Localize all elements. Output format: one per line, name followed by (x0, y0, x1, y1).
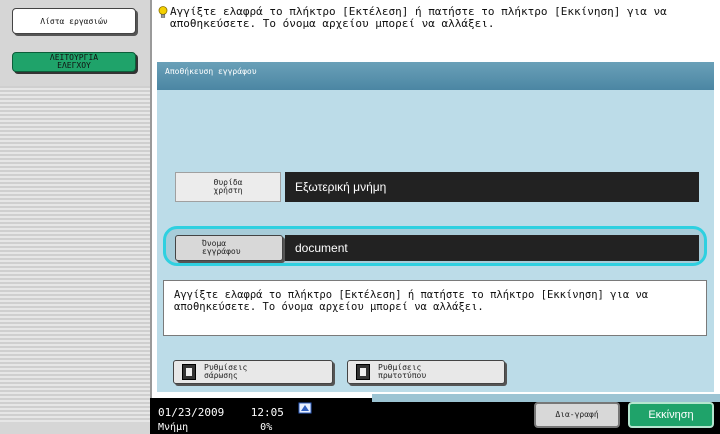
document-name-label: Όνομα εγγράφου (202, 239, 241, 256)
delete-label: Δια-γραφή (555, 410, 599, 419)
document-name-field[interactable]: document (285, 235, 699, 261)
scan-settings-label: Ρυθμίσεις σάρωσης (204, 363, 248, 380)
job-list-button[interactable]: Λίστα εργασιών (12, 8, 136, 34)
memory-status: Μνήμη 0% (158, 422, 272, 433)
start-button[interactable]: Εκκίνηση (628, 402, 714, 428)
top-message: Αγγίξτε ελαφρά το πλήκτρο [Εκτέλεση] ή π… (158, 5, 700, 30)
delete-button[interactable]: Δια-γραφή (534, 402, 620, 428)
storage-label-text: Θυρίδα χρήστη (213, 178, 243, 195)
left-panel: Λίστα εργασιών ΛΕΙΤΟΥΡΓΙΑ ΕΛΕΓΧΟΥ (0, 0, 152, 434)
original-settings-label: Ρυθμίσεις πρωτοτύπου (378, 363, 427, 380)
start-label: Εκκίνηση (648, 409, 694, 421)
top-message-text: Αγγίξτε ελαφρά το πλήκτρο [Εκτέλεση] ή π… (170, 5, 667, 30)
control-function-label: ΛΕΙΤΟΥΡΓΙΑ ΕΛΕΓΧΟΥ (49, 53, 99, 70)
info-message: Αγγίξτε ελαφρά το πλήκτρο [Εκτέλεση] ή π… (163, 280, 707, 336)
footer-band (372, 394, 720, 402)
original-settings-icon (356, 364, 370, 380)
panel-title: Αποθήκευση εγγράφου (165, 67, 257, 76)
panel-header: Αποθήκευση εγγράφου (157, 62, 714, 90)
network-icon (298, 402, 312, 414)
control-function-button[interactable]: ΛΕΙΤΟΥΡΓΙΑ ΕΛΕΓΧΟΥ (12, 52, 136, 72)
memory-label: Μνήμη (158, 422, 189, 433)
scan-settings-icon (182, 364, 196, 380)
scan-settings-button[interactable]: Ρυθμίσεις σάρωσης (173, 360, 333, 384)
storage-label: Θυρίδα χρήστη (175, 172, 281, 202)
date: 01/23/2009 (158, 406, 225, 419)
time: 12:05 (250, 406, 284, 419)
storage-value: Εξωτερική μνήμη (285, 172, 699, 202)
datetime: 01/23/2009 12:05 (158, 406, 284, 419)
memory-value: 0% (260, 422, 273, 433)
document-name-button[interactable]: Όνομα εγγράφου (175, 235, 283, 261)
save-document-panel: Αποθήκευση εγγράφου Θυρίδα χρήστη Εξωτερ… (157, 62, 714, 392)
original-settings-button[interactable]: Ρυθμίσεις πρωτοτύπου (347, 360, 505, 384)
sidebar-background (0, 86, 150, 422)
job-list-label: Λίστα εργασιών (40, 16, 108, 26)
lightbulb-icon (158, 6, 168, 18)
